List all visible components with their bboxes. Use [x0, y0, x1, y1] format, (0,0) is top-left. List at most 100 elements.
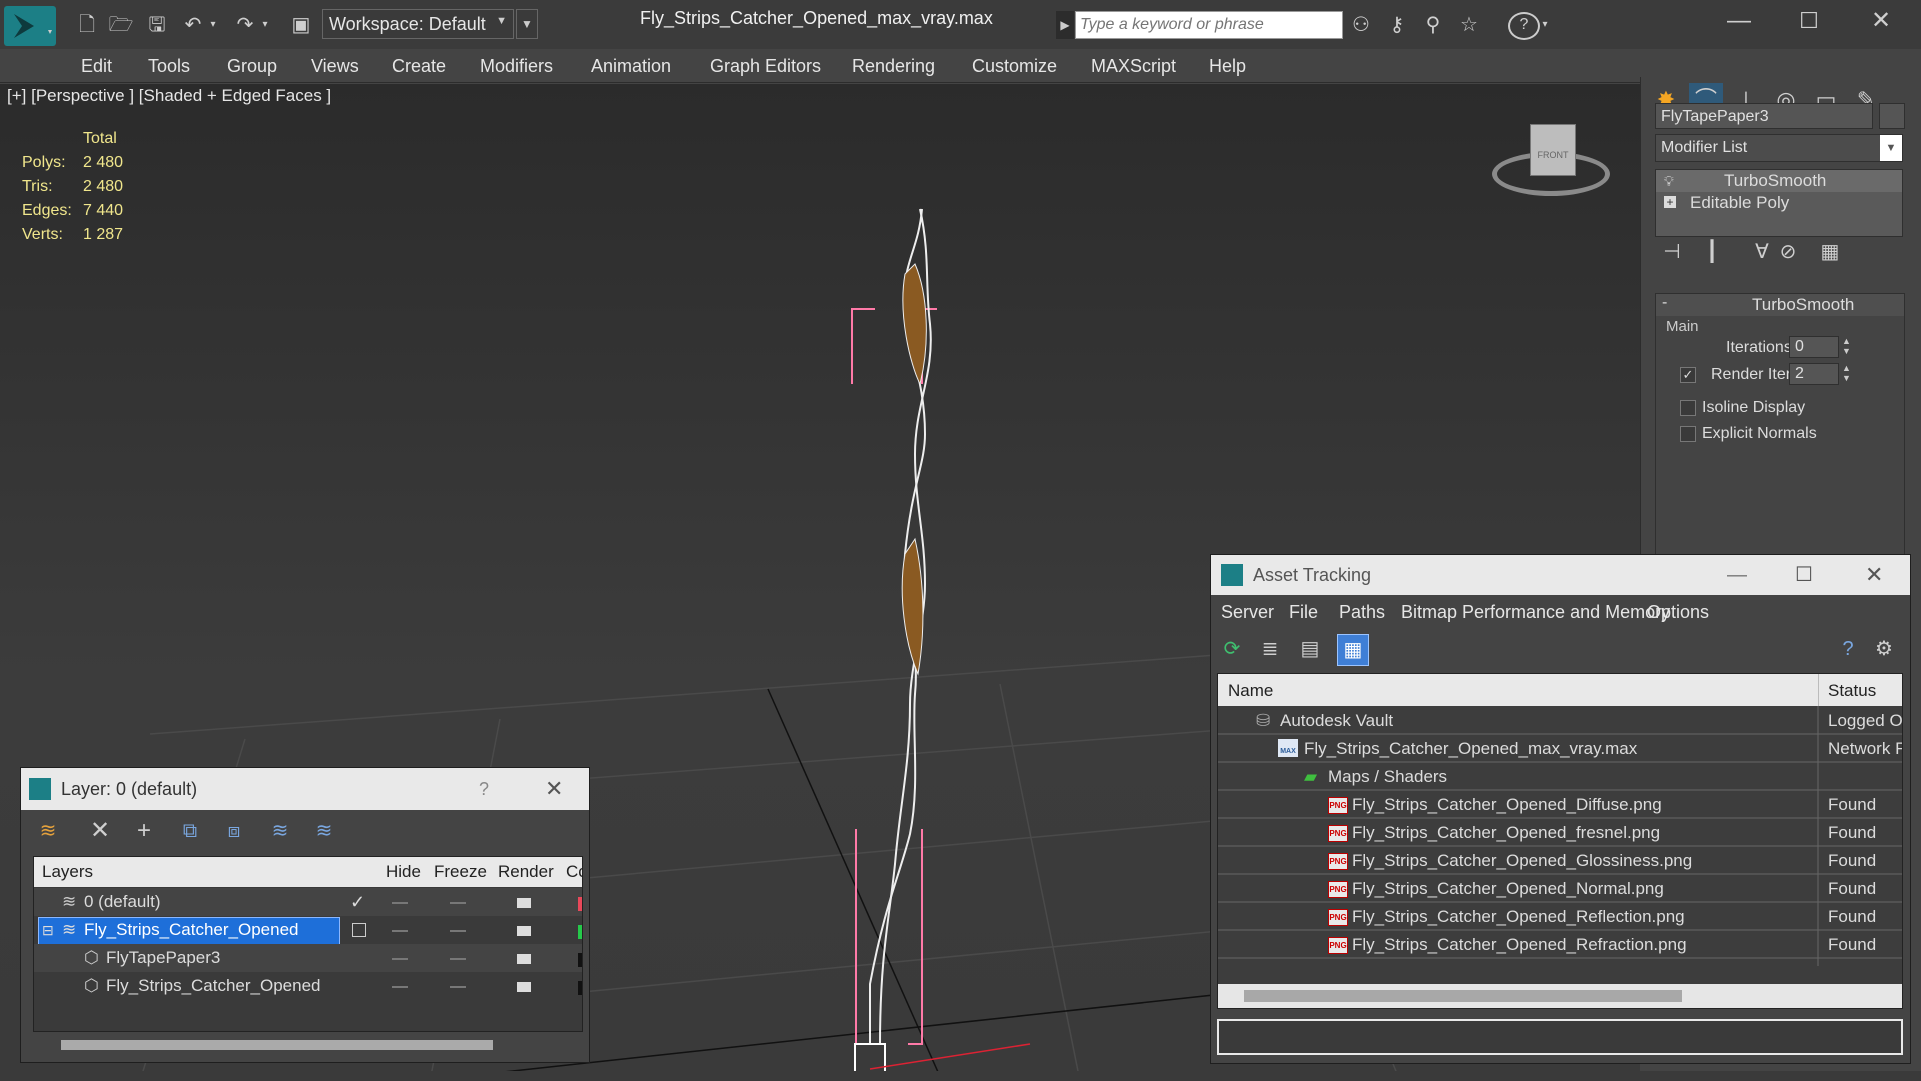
new-file-icon[interactable]: 🗋: [74, 12, 100, 38]
minimize-icon[interactable]: —: [1726, 8, 1752, 34]
stat-verts-label: Verts:: [22, 226, 63, 243]
object-name-field[interactable]: FlyTapePaper3: [1655, 103, 1873, 129]
help-icon[interactable]: ?: [1508, 12, 1540, 40]
close-icon[interactable]: ✕: [545, 768, 563, 810]
asset-horizontal-scrollbar[interactable]: [1218, 984, 1902, 1008]
explicit-normals-checkbox[interactable]: [1680, 426, 1696, 442]
viewport-label[interactable]: [+] [Perspective ] [Shaded + Edged Faces…: [7, 86, 331, 106]
menu-graph-editors[interactable]: Graph Editors: [710, 49, 821, 83]
select-layer-objects-icon[interactable]: ⧉: [177, 818, 203, 844]
layer-window-logo-icon: [29, 778, 51, 800]
iterations-input[interactable]: 0: [1789, 336, 1839, 358]
help-options-icon[interactable]: ⚙: [1871, 636, 1897, 662]
remove-modifier-icon[interactable]: ⊘: [1775, 239, 1801, 265]
column-name[interactable]: Name: [1228, 681, 1273, 701]
viewcube-box: FRONT: [1530, 124, 1576, 176]
asset-menu-server[interactable]: Server: [1221, 595, 1274, 629]
workspace-menu-button[interactable]: ▼: [516, 9, 538, 39]
redo-dropdown-icon[interactable]: ▾: [258, 12, 272, 38]
menu-animation[interactable]: Animation: [591, 49, 671, 83]
render-iters-checkbox[interactable]: ✓: [1680, 367, 1696, 383]
layer-window-titlebar[interactable]: Layer: 0 (default) ? ✕: [21, 768, 589, 810]
maximize-icon[interactable]: ☐: [1796, 8, 1822, 34]
asset-path-field[interactable]: [1217, 1019, 1903, 1055]
close-icon[interactable]: ✕: [1865, 555, 1883, 595]
app-logo-icon[interactable]: [4, 6, 56, 46]
search-input[interactable]: [1075, 11, 1343, 39]
open-file-icon[interactable]: 🗁: [108, 12, 134, 38]
project-folder-icon[interactable]: ▣: [288, 12, 314, 38]
binoculars-icon[interactable]: ⚇: [1348, 12, 1374, 38]
help-icon[interactable]: ?: [1835, 636, 1861, 662]
render-iters-input[interactable]: 2: [1789, 363, 1839, 385]
asset-menu-paths[interactable]: Paths: [1339, 595, 1385, 629]
key-icon[interactable]: ⚷: [1384, 12, 1410, 38]
stat-tris-label: Tris:: [22, 178, 53, 195]
search-expand-icon[interactable]: ▶: [1056, 11, 1074, 39]
hide-all-layers-icon[interactable]: ≋: [267, 818, 293, 844]
command-panel: ✸ ⌒ ⊥ ◎ ▭ ✎ FlyTapePaper3 Modifier List …: [1640, 77, 1921, 555]
make-unique-icon[interactable]: ∀: [1749, 239, 1775, 265]
asset-menu-file[interactable]: File: [1289, 595, 1318, 629]
layer-horizontal-scrollbar[interactable]: [61, 1040, 493, 1050]
isoline-display-checkbox[interactable]: [1680, 400, 1696, 416]
asset-menu-options[interactable]: Options: [1647, 595, 1709, 629]
menu-modifiers[interactable]: Modifiers: [480, 49, 553, 83]
render-iters-spinner-icon[interactable]: ▲ ▼: [1842, 363, 1851, 383]
status-bar-strip: [0, 1071, 1921, 1081]
add-to-layer-icon[interactable]: +: [131, 818, 157, 844]
main-group-label: Main: [1666, 318, 1699, 335]
asset-menu-bitmap[interactable]: Bitmap Performance and Memory: [1401, 595, 1670, 629]
rollout-header[interactable]: - TurboSmooth: [1656, 294, 1904, 316]
maximize-icon[interactable]: ☐: [1795, 555, 1813, 595]
close-icon[interactable]: ✕: [1868, 8, 1894, 34]
modifier-list-dropdown[interactable]: Modifier List ▼: [1655, 134, 1903, 162]
new-layer-icon[interactable]: ≋: [35, 818, 61, 844]
menu-create[interactable]: Create: [392, 49, 446, 83]
stack-item-label: Editable Poly: [1690, 193, 1790, 212]
fly-strip-model[interactable]: [854, 208, 932, 1081]
stack-item-editable-poly[interactable]: + Editable Poly: [1656, 192, 1902, 214]
menu-customize[interactable]: Customize: [972, 49, 1057, 83]
expand-plus-icon[interactable]: +: [1664, 196, 1676, 208]
layer-window-title: Layer: 0 (default): [61, 779, 198, 799]
stat-edges-label: Edges:: [22, 202, 72, 219]
menu-views[interactable]: Views: [311, 49, 359, 83]
column-status[interactable]: Status: [1828, 681, 1876, 701]
signin-icon[interactable]: ⚲: [1420, 12, 1446, 38]
menu-group[interactable]: Group: [227, 49, 277, 83]
menu-rendering[interactable]: Rendering: [852, 49, 935, 83]
menu-tools[interactable]: Tools: [148, 49, 190, 83]
help-button[interactable]: ?: [479, 768, 489, 810]
table-view-icon[interactable]: ▦: [1337, 634, 1369, 666]
redo-icon[interactable]: ↷: [232, 12, 258, 38]
object-color-swatch[interactable]: [1879, 103, 1905, 129]
list-view-icon[interactable]: ≣: [1257, 636, 1283, 662]
menu-help[interactable]: Help: [1209, 49, 1246, 83]
scrollbar-thumb[interactable]: [1244, 990, 1682, 1002]
iterations-spinner-icon[interactable]: ▲ ▼: [1842, 336, 1851, 356]
collapse-icon: -: [1662, 294, 1668, 311]
save-icon[interactable]: 🖫: [144, 12, 170, 38]
configure-sets-icon[interactable]: ▦: [1817, 239, 1843, 265]
delete-layer-icon[interactable]: ✕: [87, 818, 113, 844]
help-dropdown-icon[interactable]: ▾: [1538, 12, 1552, 38]
stat-tris-value: 2 480: [83, 178, 124, 195]
asset-window-titlebar[interactable]: Asset Tracking — ☐ ✕: [1211, 555, 1910, 595]
thumbnail-view-icon[interactable]: ▤: [1297, 636, 1323, 662]
star-icon[interactable]: ☆: [1456, 12, 1482, 38]
highlight-layer-icon[interactable]: ⧈: [221, 818, 247, 844]
lightbulb-icon[interactable]: 💡︎: [1664, 170, 1674, 192]
undo-icon[interactable]: ↶: [180, 12, 206, 38]
freeze-all-layers-icon[interactable]: ≋: [311, 818, 337, 844]
show-end-result-icon[interactable]: ┃: [1699, 239, 1725, 265]
undo-dropdown-icon[interactable]: ▾: [206, 12, 220, 38]
refresh-icon[interactable]: ⟳: [1219, 636, 1245, 662]
menu-maxscript[interactable]: MAXScript: [1091, 49, 1176, 83]
minimize-icon[interactable]: —: [1727, 555, 1747, 595]
stack-item-turbosmooth[interactable]: 💡︎ TurboSmooth: [1656, 170, 1902, 192]
pin-stack-icon[interactable]: ⊣: [1659, 239, 1685, 265]
workspace-dropdown[interactable]: Workspace: Default ▼: [322, 9, 514, 39]
viewcube[interactable]: FRONT: [1492, 124, 1610, 204]
menu-edit[interactable]: Edit: [81, 49, 112, 83]
